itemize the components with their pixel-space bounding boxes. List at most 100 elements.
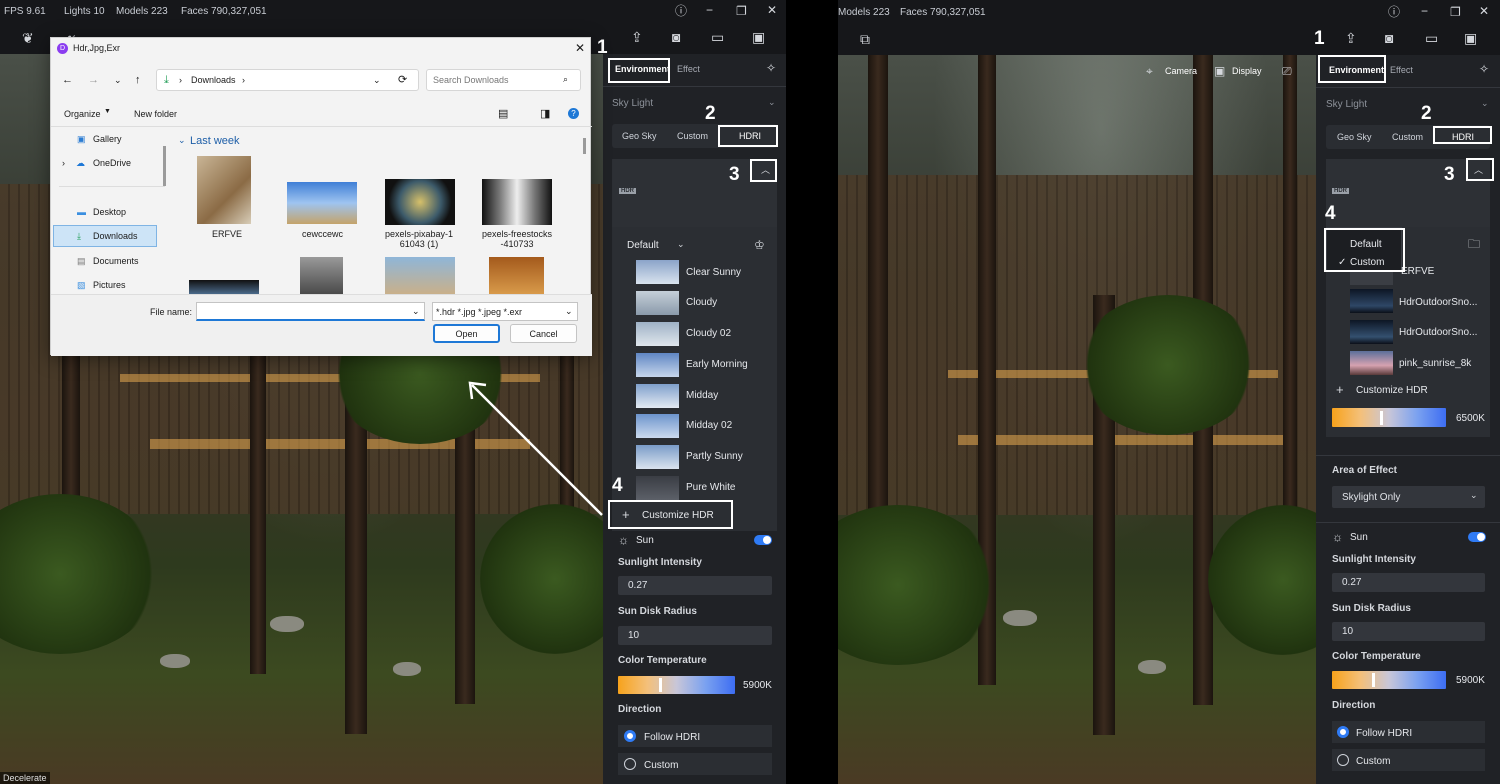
video-icon[interactable]: ▭ [711,30,724,44]
leaf-icon[interactable]: ❦ [22,31,34,45]
file-name-pexels-pixabay[interactable]: pexels-pixabay-1 61043 (1) [385,229,453,249]
organize-menu[interactable]: Organize [64,109,101,119]
file-name-cewccewc[interactable]: cewccewc [302,229,343,239]
view-icon[interactable]: ▤ [498,107,508,120]
hdr-item-erfve[interactable]: ERFVE [1401,266,1434,277]
address-dropdown-icon[interactable]: ⌄ [373,75,381,86]
custom-direction-radio[interactable] [1337,754,1349,766]
render-icon[interactable]: ⎚ [1282,65,1292,77]
right-viewport[interactable]: ⌖ Camera ▣ Display ⎚ [838,55,1316,784]
preset-cloudy[interactable]: Cloudy [686,297,717,308]
hdr-item-pink-sunrise[interactable]: pink_sunrise_8k [1399,358,1471,369]
display-button[interactable]: Display [1232,66,1262,76]
color-temperature-slider[interactable] [618,676,735,694]
help-icon[interactable]: ? [568,108,579,119]
hdr-thumb-pink-sunrise[interactable] [1350,351,1393,375]
direction-custom-row[interactable] [618,753,772,775]
sky-mode-custom[interactable]: Custom [677,131,708,141]
preset-thumb-midday[interactable] [636,384,679,408]
minimize-icon[interactable]: − [1421,5,1428,17]
cancel-button[interactable]: Cancel [510,324,577,343]
share-icon[interactable]: ⇪ [631,30,643,44]
nav-desktop[interactable]: Desktop [93,207,126,217]
sky-mode-geo[interactable]: Geo Sky [1337,132,1372,142]
open-button[interactable]: Open [433,324,500,343]
hdr-temperature-slider[interactable] [1332,408,1446,427]
file-name-input[interactable] [196,302,425,321]
camera-view-icon[interactable]: ⌖ [1146,65,1153,77]
tab-effect[interactable]: Effect [677,64,700,74]
nav-documents[interactable]: Documents [93,256,139,266]
follow-hdri-radio[interactable] [1337,726,1349,738]
nav-scrollbar[interactable] [163,146,166,186]
preset-dropdown[interactable]: Default [627,240,659,251]
preset-pure-white[interactable]: Pure White [686,482,735,493]
restore-icon[interactable]: ❐ [736,5,747,17]
video-icon[interactable]: ▭ [1425,31,1438,45]
folder-icon[interactable]: 🗀 [1468,238,1480,250]
file-thumb-cewccewc[interactable] [287,182,357,224]
hdr-thumb-erfve[interactable] [1350,271,1393,285]
sun-toggle[interactable] [1468,532,1486,542]
nav-gallery[interactable]: Gallery [93,134,122,144]
help-icon[interactable]: ⓘ [675,5,687,17]
sunlight-intensity-input[interactable]: 0.27 [1332,573,1485,592]
close-icon[interactable]: ✕ [1479,5,1489,17]
files-scrollbar[interactable] [583,138,586,154]
forward-icon[interactable]: → [88,74,99,86]
file-name-pexels-freestocks[interactable]: pexels-freestocks -410733 [482,229,552,249]
preset-thumb-clear-sunny[interactable] [636,260,679,284]
color-temperature-slider[interactable] [1332,671,1446,689]
file-thumb-erfve[interactable] [197,156,251,224]
minimize-icon[interactable]: − [706,4,713,16]
plus-icon[interactable]: + [1336,383,1344,396]
file-thumb-pexels-freestocks[interactable] [482,179,552,225]
close-icon[interactable]: ✕ [767,4,777,16]
recent-chevron-icon[interactable]: ⌄ [114,75,122,86]
file-thumb-row2-1[interactable] [189,280,259,294]
file-name-erfve[interactable]: ERFVE [212,229,242,239]
up-icon[interactable]: ↑ [135,74,141,86]
sun-disk-radius-input[interactable]: 10 [1332,622,1485,641]
file-thumb-pexels-pixabay[interactable] [385,179,455,225]
camera-button[interactable]: Camera [1165,66,1197,76]
camera-icon[interactable]: ◙ [672,30,680,44]
layers-icon[interactable]: ⧉ [860,32,870,46]
direction-custom-row[interactable] [1332,749,1485,771]
preset-thumb-cloudy[interactable] [636,291,679,315]
file-thumb-row2-2[interactable] [300,257,343,294]
sparkle-icon[interactable]: ✧ [766,62,776,74]
refresh-icon[interactable]: ⟳ [398,73,407,86]
hdr-thumb-outdoor-2[interactable] [1350,320,1393,344]
preset-thumb-midday-02[interactable] [636,414,679,438]
sky-mode-geo[interactable]: Geo Sky [622,131,657,141]
hdr-item-outdoor-1[interactable]: HdrOutdoorSno... [1399,297,1477,308]
preset-thumb-cloudy-02[interactable] [636,322,679,346]
preset-midday-02[interactable]: Midday 02 [686,420,732,431]
preset-midday[interactable]: Midday [686,390,718,401]
nav-downloads[interactable]: Downloads [93,231,138,241]
color-temperature-knob[interactable] [659,678,663,692]
share-icon[interactable]: ⇪ [1345,31,1357,45]
color-temperature-knob[interactable] [1372,673,1376,687]
display-icon[interactable]: ▣ [1214,65,1225,77]
preset-cloudy-02[interactable]: Cloudy 02 [686,328,731,339]
custom-direction-radio[interactable] [624,758,636,770]
preset-early-morning[interactable]: Early Morning [686,359,748,370]
hdr-item-outdoor-2[interactable]: HdrOutdoorSno... [1399,327,1477,338]
preset-thumb-partly-sunny[interactable] [636,445,679,469]
dialog-close-icon[interactable]: ✕ [575,41,585,55]
inbox-icon[interactable]: ▣ [1464,31,1477,45]
sunlight-intensity-input[interactable]: 0.27 [618,576,772,595]
chevron-down-icon[interactable]: ⌄ [768,98,776,107]
hdr-thumb-outdoor-1[interactable] [1350,289,1393,313]
help-icon[interactable]: ⓘ [1388,6,1400,18]
crown-icon[interactable]: ♔ [754,239,765,251]
dropdown-chevron-icon[interactable]: ⌄ [677,240,685,249]
tab-effect[interactable]: Effect [1390,65,1413,75]
chevron-down-icon[interactable]: ⌄ [1481,99,1489,108]
restore-icon[interactable]: ❐ [1450,6,1461,18]
file-thumb-row2-4[interactable] [489,257,544,294]
customize-hdr-button[interactable]: Customize HDR [1356,385,1428,396]
preview-pane-icon[interactable]: ◨ [540,107,550,120]
